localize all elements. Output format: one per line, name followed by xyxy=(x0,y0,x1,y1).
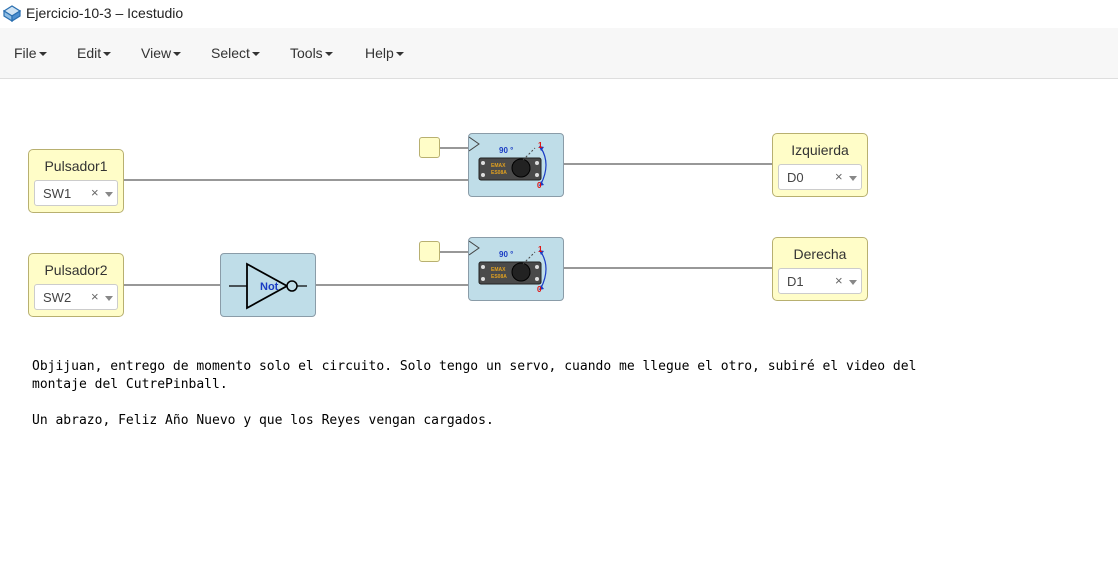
caret-down-icon xyxy=(38,52,47,57)
output-block-derecha[interactable]: Derecha D1 × xyxy=(772,237,868,301)
menu-select[interactable]: Select xyxy=(211,45,260,61)
block-label: Derecha xyxy=(793,246,847,262)
servo-chip-line2: ES08A xyxy=(491,274,507,280)
block-label: Pulsador1 xyxy=(44,158,108,174)
comment-line: Objijuan, entrego de momento solo el cir… xyxy=(32,359,917,374)
servo-block-1[interactable]: 90 ° EMAX ES08A 1 0 xyxy=(468,133,564,197)
caret-down-icon xyxy=(173,52,182,57)
menu-help[interactable]: Help xyxy=(365,45,404,61)
title-bar: Ejercicio-10-3 – Icestudio xyxy=(0,0,1118,28)
pin-select[interactable]: SW2 × xyxy=(34,284,118,310)
pin-select[interactable]: SW1 × xyxy=(34,180,118,206)
servo-block-2[interactable]: 90 ° EMAX ES08A 1 0 xyxy=(468,237,564,301)
menu-file[interactable]: File xyxy=(14,45,47,61)
menu-edit-label: Edit xyxy=(77,45,102,61)
icestudio-logo-icon xyxy=(3,5,21,22)
menu-select-label: Select xyxy=(211,45,250,61)
servo-icon: 90 ° EMAX ES08A 1 0 xyxy=(468,240,547,294)
chevron-down-icon[interactable] xyxy=(849,280,857,285)
clear-icon[interactable]: × xyxy=(91,185,99,200)
not-gate-block[interactable]: Not xyxy=(220,253,316,317)
circuit-canvas[interactable]: Pulsador1 SW1 × Pulsador2 SW2 × Izquierd… xyxy=(0,79,1118,564)
caret-down-icon xyxy=(251,52,260,57)
constant-input-2[interactable] xyxy=(419,241,440,262)
pin-select[interactable]: D1 × xyxy=(778,268,862,294)
menu-view[interactable]: View xyxy=(141,45,182,61)
servo-max-label: 1 xyxy=(538,245,543,254)
clear-icon[interactable]: × xyxy=(835,273,843,288)
input-block-pulsador1[interactable]: Pulsador1 SW1 × xyxy=(28,149,124,213)
menu-view-label: View xyxy=(141,45,172,61)
comment-line: Un abrazo, Feliz Año Nuevo y que los Rey… xyxy=(32,413,494,428)
menu-help-label: Help xyxy=(365,45,394,61)
servo-angle-label: 90 ° xyxy=(499,250,513,259)
not-gate-icon: Not xyxy=(229,262,307,310)
pin-value: SW2 xyxy=(43,290,72,305)
comment-block[interactable]: Objijuan, entrego de momento solo el cir… xyxy=(32,358,916,430)
pin-value: SW1 xyxy=(43,186,72,201)
constant-input-1[interactable] xyxy=(419,137,440,158)
menu-bar: File Edit View Select Tools Help xyxy=(0,28,1118,79)
pin-value: D1 xyxy=(787,274,804,289)
output-block-izquierda[interactable]: Izquierda D0 × xyxy=(772,133,868,197)
menu-edit[interactable]: Edit xyxy=(77,45,112,61)
menu-file-label: File xyxy=(14,45,37,61)
not-gate-label: Not xyxy=(260,281,279,293)
pin-select[interactable]: D0 × xyxy=(778,164,862,190)
chevron-down-icon[interactable] xyxy=(105,192,113,197)
caret-down-icon xyxy=(103,52,112,57)
block-label: Pulsador2 xyxy=(44,262,108,278)
servo-chip-line1: EMAX xyxy=(491,163,506,169)
servo-min-label: 0 xyxy=(537,181,542,190)
menu-tools-label: Tools xyxy=(290,45,323,61)
menu-tools[interactable]: Tools xyxy=(290,45,333,61)
caret-down-icon xyxy=(324,52,333,57)
servo-chip-line1: EMAX xyxy=(491,267,506,273)
servo-angle-label: 90 ° xyxy=(499,146,513,155)
comment-line: montaje del CutrePinball. xyxy=(32,377,228,392)
servo-icon: 90 ° EMAX ES08A 1 0 xyxy=(468,136,547,190)
clear-icon[interactable]: × xyxy=(835,169,843,184)
chevron-down-icon[interactable] xyxy=(849,176,857,181)
block-label: Izquierda xyxy=(791,142,849,158)
window-title: Ejercicio-10-3 – Icestudio xyxy=(26,5,184,21)
servo-min-label: 0 xyxy=(537,285,542,294)
comment-line xyxy=(32,394,916,412)
servo-chip-line2: ES08A xyxy=(491,170,507,176)
chevron-down-icon[interactable] xyxy=(105,296,113,301)
clear-icon[interactable]: × xyxy=(91,289,99,304)
input-block-pulsador2[interactable]: Pulsador2 SW2 × xyxy=(28,253,124,317)
pin-value: D0 xyxy=(787,170,804,185)
servo-max-label: 1 xyxy=(538,141,543,150)
caret-down-icon xyxy=(395,52,404,57)
